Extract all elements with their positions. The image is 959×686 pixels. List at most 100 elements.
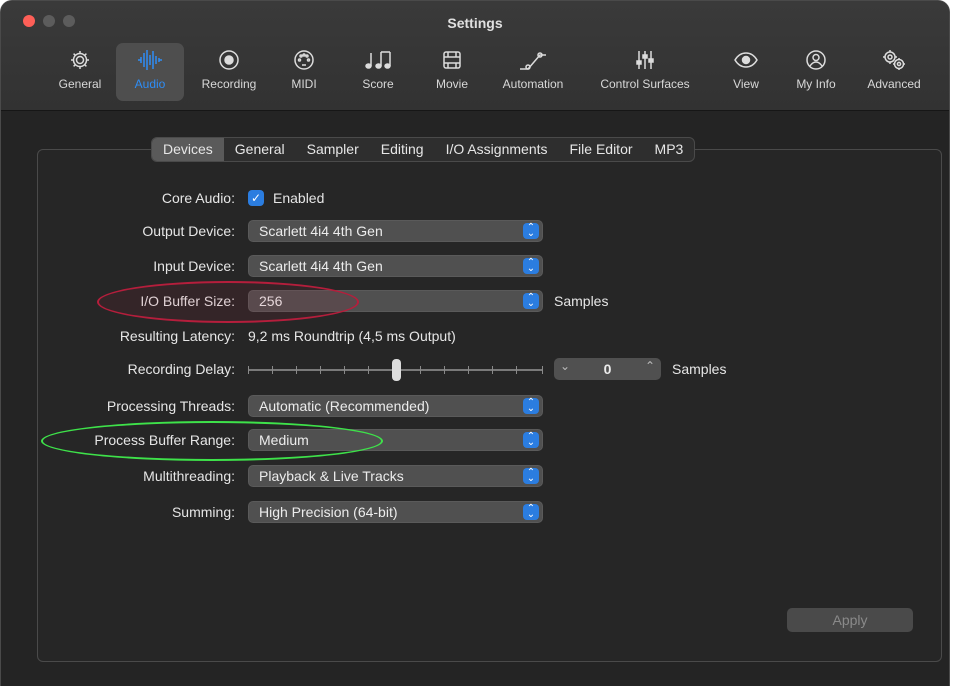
processing-threads-popup[interactable]: Automatic (Recommended) ⌃ ⌄ bbox=[248, 395, 543, 417]
toolbar-item-general[interactable]: General bbox=[51, 43, 109, 101]
core-audio-enabled-checkbox[interactable]: ✓ bbox=[248, 190, 264, 206]
core-audio-row: Core Audio: ✓ Enabled bbox=[1, 187, 949, 211]
toolbar-item-automation[interactable]: Automation bbox=[493, 43, 573, 101]
waveform-icon bbox=[137, 45, 163, 75]
toolbar-item-audio[interactable]: Audio bbox=[116, 43, 184, 101]
input-device-popup[interactable]: Scarlett 4i4 4th Gen ⌃ ⌄ bbox=[248, 255, 543, 277]
automation-curve-icon bbox=[518, 45, 548, 75]
toolbar-label: Automation bbox=[502, 77, 564, 91]
person-icon bbox=[805, 45, 827, 75]
process-buffer-range-value: Medium bbox=[259, 432, 309, 448]
toolbar-item-midi[interactable]: MIDI bbox=[279, 43, 329, 101]
io-buffer-size-value: 256 bbox=[259, 293, 283, 309]
summing-row: Summing: High Precision (64-bit) ⌃ ⌄ bbox=[1, 501, 949, 525]
tab-devices[interactable]: Devices bbox=[152, 138, 224, 161]
recording-delay-stepper[interactable]: ⌄ 0 ⌃ bbox=[554, 358, 661, 380]
window-title: Settings bbox=[447, 15, 503, 31]
slider-tick bbox=[516, 366, 517, 374]
slider-tick bbox=[542, 366, 543, 374]
slider-tick bbox=[420, 366, 421, 374]
toolbar-label: My Info bbox=[796, 77, 836, 91]
chevron-up-down-icon: ⌃ ⌄ bbox=[523, 293, 539, 309]
toolbar-label: General bbox=[58, 77, 102, 91]
toolbar-item-my-info[interactable]: My Info bbox=[785, 43, 847, 101]
resulting-latency-row: Resulting Latency: 9,2 ms Roundtrip (4,5… bbox=[1, 325, 949, 349]
eye-icon bbox=[733, 45, 759, 75]
io-buffer-size-popup[interactable]: 256 ⌃ ⌄ bbox=[248, 290, 543, 312]
preferences-toolbar: General Audio Recording MIDI Score Movie… bbox=[1, 43, 949, 103]
tab-editing[interactable]: Editing bbox=[370, 138, 435, 161]
core-audio-label: Core Audio: bbox=[161, 190, 235, 206]
slider-tick bbox=[320, 366, 321, 374]
gears-icon bbox=[881, 45, 907, 75]
chevron-up-icon[interactable]: ⌃ bbox=[645, 359, 655, 373]
toolbar-item-score[interactable]: Score bbox=[353, 43, 403, 101]
record-icon bbox=[218, 45, 240, 75]
processing-threads-label: Processing Threads: bbox=[106, 398, 235, 414]
multithreading-popup[interactable]: Playback & Live Tracks ⌃ ⌄ bbox=[248, 465, 543, 487]
io-buffer-size-unit: Samples bbox=[554, 293, 609, 309]
title-bar: Settings General Audio Recording MIDI Sc… bbox=[1, 1, 949, 111]
summing-value: High Precision (64-bit) bbox=[259, 504, 398, 520]
gear-icon bbox=[69, 45, 91, 75]
toolbar-item-movie[interactable]: Movie bbox=[427, 43, 477, 101]
resulting-latency-value: 9,2 ms Roundtrip (4,5 ms Output) bbox=[248, 328, 456, 344]
settings-window: Settings General Audio Recording MIDI Sc… bbox=[0, 0, 950, 686]
tab-general[interactable]: General bbox=[224, 138, 296, 161]
faders-icon bbox=[634, 45, 656, 75]
recording-delay-row: Recording Delay: ⌄ 0 ⌃ Samples bbox=[1, 358, 949, 382]
toolbar-label: Control Surfaces bbox=[600, 77, 690, 91]
audio-settings-tabs: Devices General Sampler Editing I/O Assi… bbox=[151, 137, 696, 162]
slider-tick bbox=[468, 366, 469, 374]
recording-delay-unit: Samples bbox=[672, 361, 727, 377]
chevron-up-down-icon: ⌃ ⌄ bbox=[523, 258, 539, 274]
toolbar-label: Audio bbox=[134, 77, 166, 91]
output-device-value: Scarlett 4i4 4th Gen bbox=[259, 223, 383, 239]
processing-threads-row: Processing Threads: Automatic (Recommend… bbox=[1, 395, 949, 419]
toolbar-item-control-surfaces[interactable]: Control Surfaces bbox=[585, 43, 705, 101]
toolbar-label: Movie bbox=[435, 77, 468, 91]
tab-sampler[interactable]: Sampler bbox=[296, 138, 370, 161]
recording-delay-slider-knob[interactable] bbox=[392, 359, 401, 381]
chevron-up-down-icon: ⌃ ⌄ bbox=[523, 398, 539, 414]
slider-tick bbox=[344, 366, 345, 374]
toolbar-label: View bbox=[733, 77, 759, 91]
processing-threads-value: Automatic (Recommended) bbox=[259, 398, 430, 414]
chevron-up-down-icon: ⌃ ⌄ bbox=[523, 504, 539, 520]
background-edge bbox=[950, 0, 959, 686]
slider-tick bbox=[492, 366, 493, 374]
chevron-up-down-icon: ⌃ ⌄ bbox=[523, 468, 539, 484]
tab-io-assignments[interactable]: I/O Assignments bbox=[435, 138, 559, 161]
toolbar-label: Advanced bbox=[867, 77, 921, 91]
toolbar-item-view[interactable]: View bbox=[723, 43, 769, 101]
tab-file-editor[interactable]: File Editor bbox=[559, 138, 644, 161]
toolbar-label: Score bbox=[362, 77, 394, 91]
toolbar-item-recording[interactable]: Recording bbox=[191, 43, 267, 101]
process-buffer-range-row: Process Buffer Range: Medium ⌃ ⌄ bbox=[1, 429, 949, 453]
input-device-value: Scarlett 4i4 4th Gen bbox=[259, 258, 383, 274]
toolbar-label: Recording bbox=[201, 77, 257, 91]
input-device-row: Input Device: Scarlett 4i4 4th Gen ⌃ ⌄ bbox=[1, 255, 949, 279]
apply-button[interactable]: Apply bbox=[787, 608, 913, 632]
multithreading-value: Playback & Live Tracks bbox=[259, 468, 404, 484]
slider-tick bbox=[368, 366, 369, 374]
midi-port-icon bbox=[293, 45, 315, 75]
tab-mp3[interactable]: MP3 bbox=[644, 138, 695, 161]
chevron-up-down-icon: ⌃ ⌄ bbox=[523, 432, 539, 448]
multithreading-row: Multithreading: Playback & Live Tracks ⌃… bbox=[1, 465, 949, 489]
film-icon bbox=[441, 45, 463, 75]
music-notes-icon bbox=[363, 45, 393, 75]
summing-popup[interactable]: High Precision (64-bit) ⌃ ⌄ bbox=[248, 501, 543, 523]
toolbar-item-advanced[interactable]: Advanced bbox=[855, 43, 933, 101]
multithreading-label: Multithreading: bbox=[143, 468, 235, 484]
toolbar-label: MIDI bbox=[291, 77, 317, 91]
slider-tick bbox=[248, 366, 249, 374]
process-buffer-range-label: Process Buffer Range: bbox=[94, 432, 235, 448]
core-audio-enabled-label[interactable]: Enabled bbox=[273, 190, 324, 206]
output-device-popup[interactable]: Scarlett 4i4 4th Gen ⌃ ⌄ bbox=[248, 220, 543, 242]
slider-tick bbox=[272, 366, 273, 374]
output-device-row: Output Device: Scarlett 4i4 4th Gen ⌃ ⌄ bbox=[1, 220, 949, 244]
process-buffer-range-popup[interactable]: Medium ⌃ ⌄ bbox=[248, 429, 543, 451]
input-device-label: Input Device: bbox=[153, 258, 235, 274]
chevron-up-down-icon: ⌃ ⌄ bbox=[523, 223, 539, 239]
